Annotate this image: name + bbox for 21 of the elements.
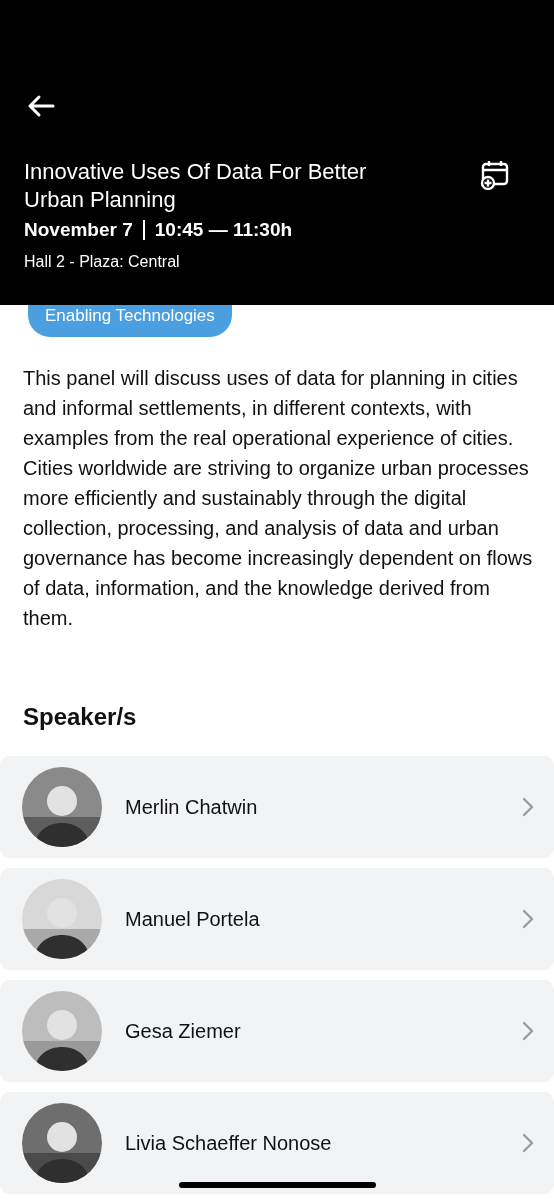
session-date: November 7 xyxy=(24,219,133,241)
chevron-right-icon xyxy=(522,1021,534,1041)
back-arrow-icon[interactable] xyxy=(27,94,55,118)
chevron-right-icon xyxy=(522,797,534,817)
session-title: Innovative Uses Of Data For Better Urban Planning xyxy=(24,158,368,214)
speaker-card[interactable]: Merlin Chatwin xyxy=(0,756,554,858)
session-description: This panel will discuss uses of data for planning in cities and informal settlements, in different contexts, with examples from the real operational experience of cities. Cities worldwide are striving to organize urban processes more efficiently and sustainably through the digital collection, processing, and analysis of data and urban governance has become increasingly dependent on flows of data, information, and the knowledge derived from them. xyxy=(23,366,534,631)
speaker-name: Livia Schaeffer Nonose xyxy=(125,1131,333,1155)
add-to-calendar-icon[interactable] xyxy=(478,158,510,190)
chevron-right-icon xyxy=(522,909,534,929)
speaker-name: Merlin Chatwin xyxy=(125,795,259,819)
session-location: Hall 2 - Plaza: Central xyxy=(24,253,181,271)
speaker-name: Gesa Ziemer xyxy=(125,1019,242,1043)
speaker-card[interactable]: Gesa Ziemer xyxy=(0,980,554,1082)
speaker-name: Manuel Portela xyxy=(125,907,261,931)
divider xyxy=(142,220,145,240)
chevron-right-icon xyxy=(522,1133,534,1153)
session-time: 10:45 — 11:30h xyxy=(154,219,293,241)
speaker-card[interactable]: Livia Schaeffer Nonose xyxy=(0,1092,554,1194)
speakers-heading: Speaker/s xyxy=(23,703,138,731)
speaker-card[interactable]: Manuel Portela xyxy=(0,868,554,970)
